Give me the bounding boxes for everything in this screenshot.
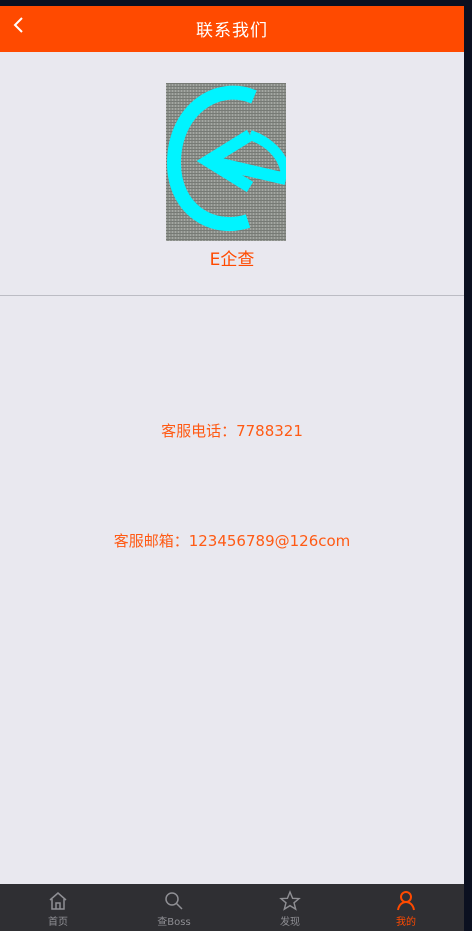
page-title: 联系我们: [196, 21, 268, 41]
home-icon: [49, 892, 67, 910]
nav-label-boss: 查Boss: [157, 917, 191, 928]
nav-label-discover: 发现: [280, 917, 300, 928]
nav-item-home[interactable]: 首页: [0, 884, 116, 931]
nav-item-discover[interactable]: 发现: [232, 884, 348, 931]
nav-item-boss[interactable]: 查Boss: [116, 884, 232, 931]
app-name: E企查: [209, 250, 255, 270]
contact-us-screen: 联系我们 E企查 客服电话：7788321 客服邮箱：123456789@126…: [0, 0, 464, 931]
service-phone[interactable]: 客服电话：7788321: [0, 420, 464, 441]
star-icon: [279, 890, 301, 911]
person-icon: [397, 891, 415, 911]
nav-label-mine: 我的: [396, 917, 416, 928]
nav-item-mine[interactable]: 我的: [348, 884, 464, 931]
search-icon: [165, 892, 183, 910]
app-header: 联系我们: [0, 6, 464, 52]
nav-label-home: 首页: [48, 917, 68, 928]
screen-edge: [464, 0, 472, 931]
divider: [0, 295, 464, 296]
service-email[interactable]: 客服邮箱：123456789@126com: [0, 530, 464, 551]
app-logo: [166, 83, 286, 241]
bottom-nav: 首页 查Boss 发现 我的: [0, 884, 464, 931]
